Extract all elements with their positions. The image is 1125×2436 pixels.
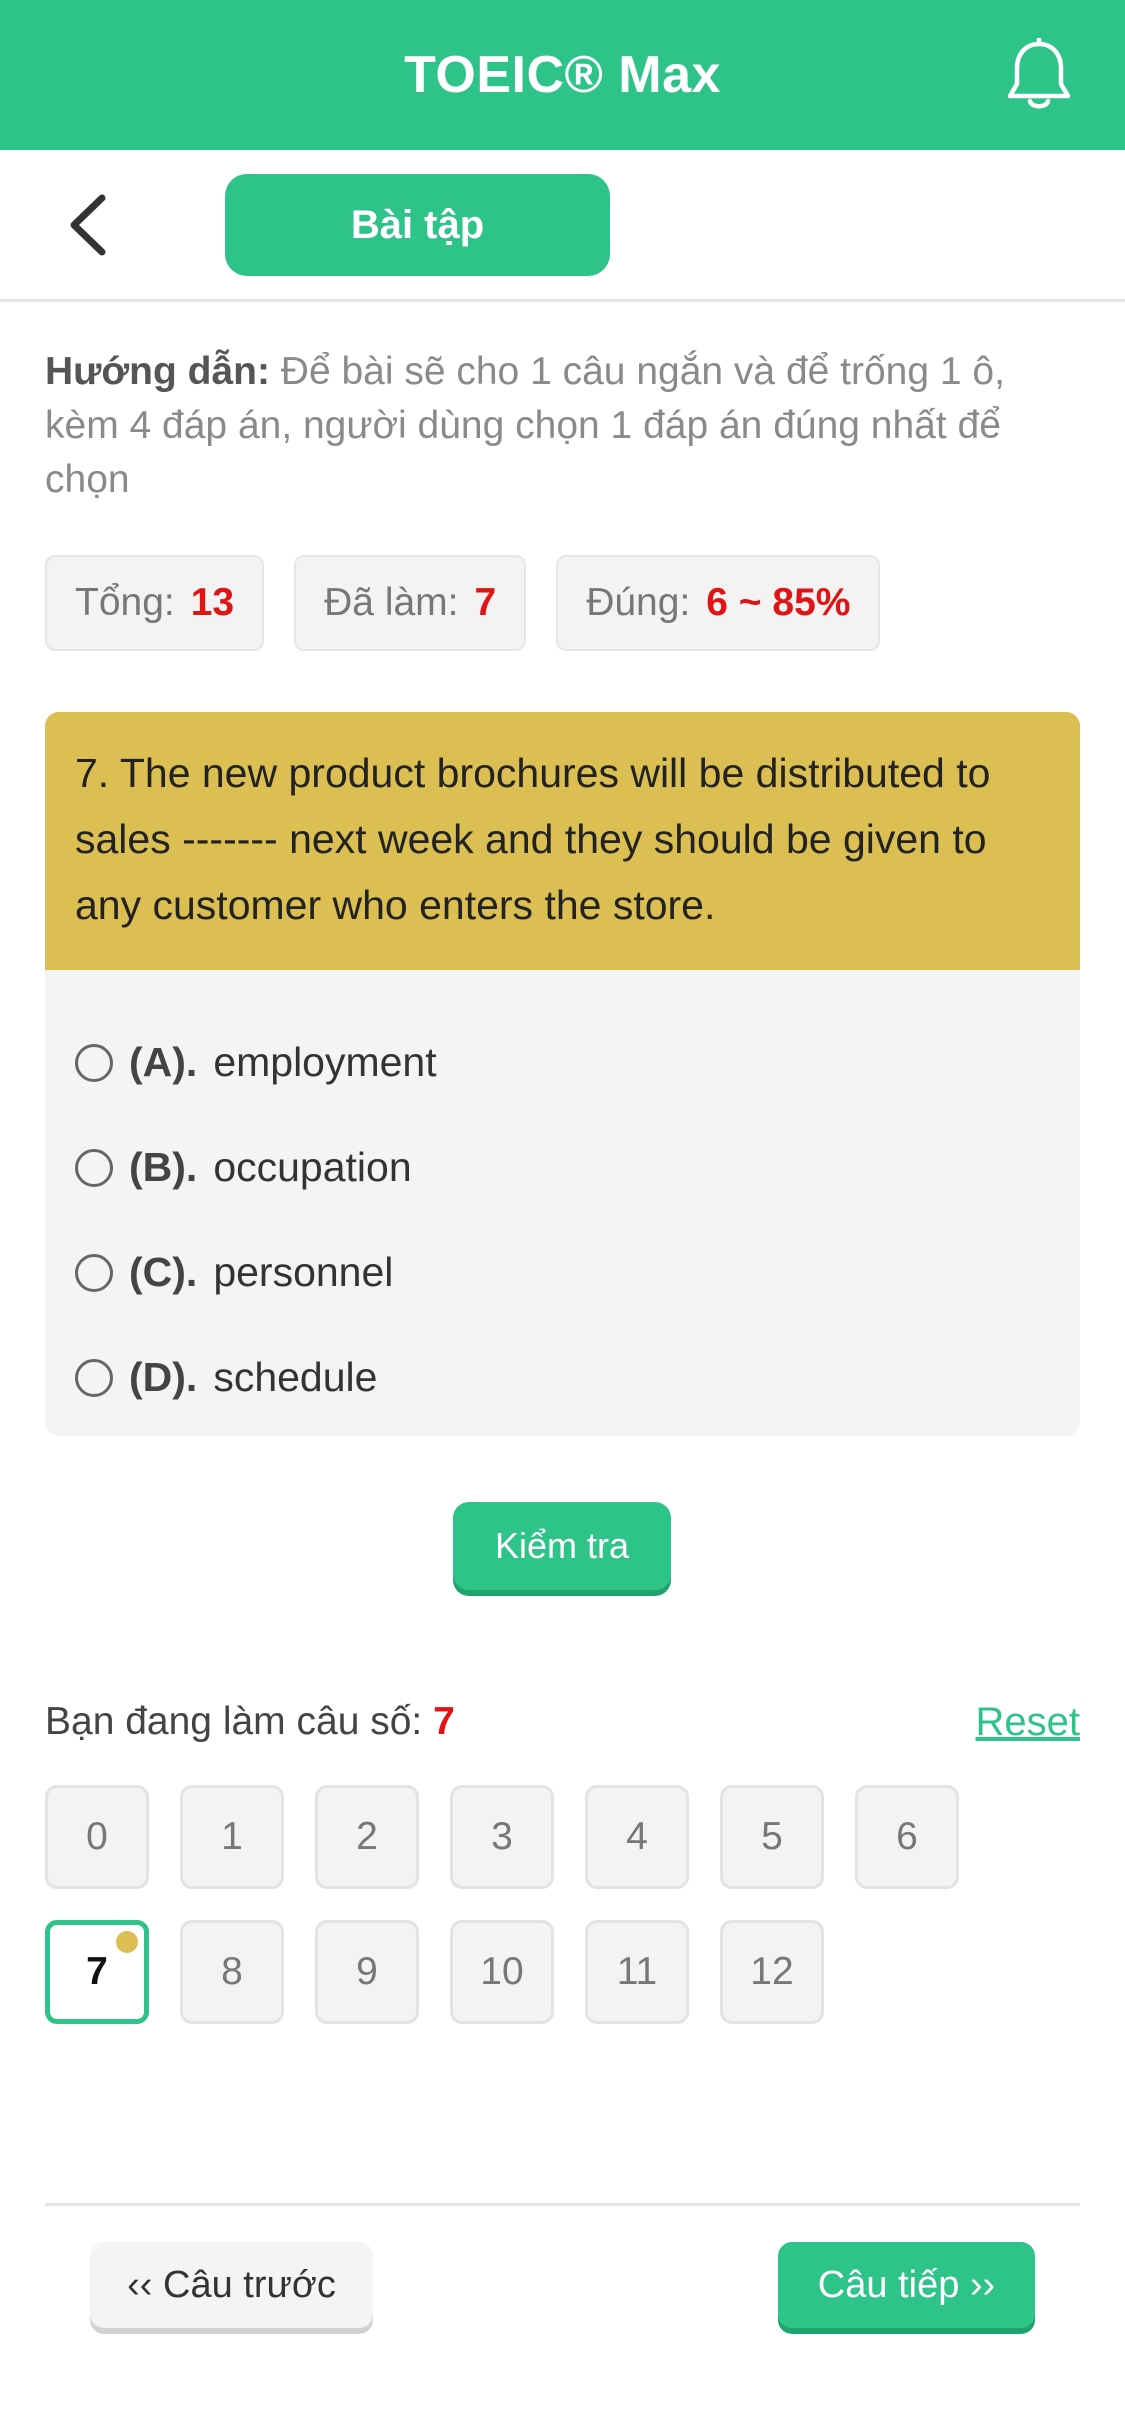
question-number-button[interactable]: 9 xyxy=(315,1920,419,2024)
question-text: 7. The new product brochures will be dis… xyxy=(45,712,1080,970)
radio-icon[interactable] xyxy=(75,1253,113,1292)
option-text: employment xyxy=(213,1039,437,1085)
question-number-button[interactable]: 12 xyxy=(720,1920,824,2024)
instructions-label: Hướng dẫn: xyxy=(45,350,270,393)
option-text: schedule xyxy=(213,1354,378,1400)
option-label: (B). xyxy=(129,1144,198,1190)
option-label: (C). xyxy=(129,1249,198,1295)
stats-row: Tổng: 13 Đã làm: 7 Đúng: 6 ~ 85% xyxy=(45,555,910,651)
current-marker-dot xyxy=(116,1931,138,1953)
question-card: 7. The new product brochures will be dis… xyxy=(45,712,1080,1436)
top-app-bar: TOEIC® Max xyxy=(0,0,1125,150)
tab-bai-tap[interactable]: Bài tập xyxy=(225,174,610,276)
question-number-button[interactable]: 0 xyxy=(45,1785,149,1889)
option-text: occupation xyxy=(213,1144,412,1190)
option-a[interactable]: (A). employment xyxy=(45,1010,1080,1115)
next-question-button[interactable]: Câu tiếp ›› xyxy=(778,2242,1035,2328)
stat-correct-label: Đúng: xyxy=(586,581,691,624)
question-number-button[interactable]: 5 xyxy=(720,1785,824,1889)
stat-done-label: Đã làm: xyxy=(324,581,459,624)
question-number-button[interactable]: 11 xyxy=(585,1920,689,2024)
progress-label: Bạn đang làm câu số: xyxy=(45,1700,423,1743)
divider xyxy=(45,2203,1080,2206)
radio-icon[interactable] xyxy=(75,1148,113,1187)
progress-row: Bạn đang làm câu số: 7 Reset xyxy=(45,1700,1080,1744)
question-number-button[interactable]: 8 xyxy=(180,1920,284,2024)
option-label: (A). xyxy=(129,1039,198,1085)
option-d[interactable]: (D). schedule xyxy=(45,1325,1080,1430)
option-text: personnel xyxy=(213,1249,394,1295)
question-number-button[interactable]: 10 xyxy=(450,1920,554,2024)
instructions: Hướng dẫn: Để bài sẽ cho 1 câu ngắn và đ… xyxy=(45,345,1085,507)
stat-total-value: 13 xyxy=(190,581,235,624)
option-label: (D). xyxy=(129,1354,198,1400)
stat-correct: Đúng: 6 ~ 85% xyxy=(556,555,881,651)
answer-options: (A). employment (B). occupation (C). per… xyxy=(45,970,1080,1430)
prev-question-button[interactable]: ‹‹ Câu trước xyxy=(90,2242,373,2328)
reset-link[interactable]: Reset xyxy=(976,1700,1081,1745)
app-title: TOEIC® Max xyxy=(404,46,721,104)
question-number-button[interactable]: 6 xyxy=(855,1785,959,1889)
chevron-left-icon[interactable] xyxy=(60,190,120,260)
stat-done-value: 7 xyxy=(474,581,497,624)
current-question-number: 7 xyxy=(433,1700,455,1743)
option-c[interactable]: (C). personnel xyxy=(45,1220,1080,1325)
stat-total: Tổng: 13 xyxy=(45,555,265,651)
question-number-button[interactable]: 3 xyxy=(450,1785,554,1889)
check-button[interactable]: Kiểm tra xyxy=(453,1502,671,1590)
radio-icon[interactable] xyxy=(75,1043,113,1082)
option-b[interactable]: (B). occupation xyxy=(45,1115,1080,1220)
sub-header: Bài tập xyxy=(0,150,1125,302)
question-number-button[interactable]: 2 xyxy=(315,1785,419,1889)
stat-correct-value: 6 ~ 85% xyxy=(706,581,851,624)
stat-total-label: Tổng: xyxy=(75,581,175,624)
radio-icon[interactable] xyxy=(75,1358,113,1397)
bell-icon[interactable] xyxy=(1003,38,1075,114)
stat-done: Đã làm: 7 xyxy=(294,555,527,651)
question-number-button[interactable]: 4 xyxy=(585,1785,689,1889)
question-number-button[interactable]: 7 xyxy=(45,1920,149,2024)
question-number-button[interactable]: 1 xyxy=(180,1785,284,1889)
